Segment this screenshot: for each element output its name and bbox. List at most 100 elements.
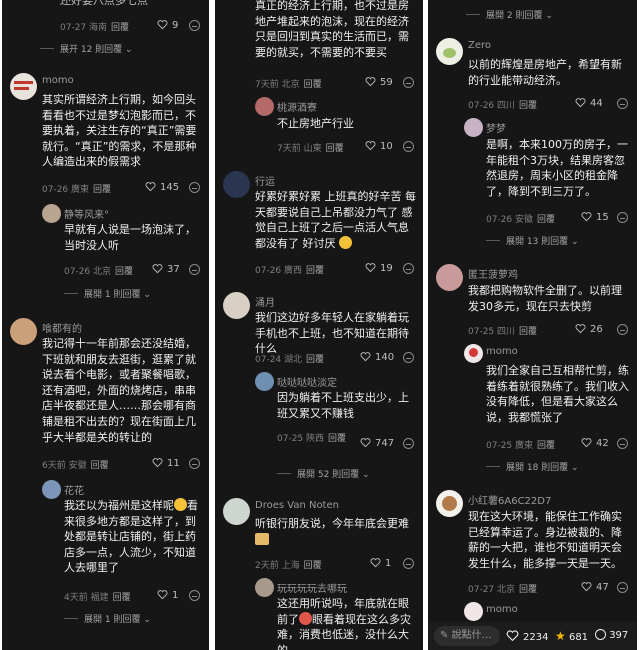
- avatar[interactable]: [464, 602, 483, 621]
- heart-icon: [365, 141, 376, 151]
- comment-count-button[interactable]: 397: [595, 629, 628, 641]
- like-button[interactable]: 145: [145, 181, 179, 193]
- like-button[interactable]: 15: [581, 211, 609, 223]
- username[interactable]: momo: [42, 75, 74, 86]
- heart-icon: [157, 590, 168, 600]
- expand-replies[interactable]: 展開 2 則回覆: [466, 8, 553, 21]
- avatar[interactable]: [42, 204, 61, 223]
- comment-text: 因为躺着不上班支出少，上班又累又不赚钱: [277, 391, 409, 420]
- like-button[interactable]: 42: [581, 437, 609, 449]
- comment-input[interactable]: ✎ 說點什…: [434, 626, 500, 646]
- avatar[interactable]: [10, 73, 37, 100]
- comment-meta: 4天前 福建 回覆: [64, 593, 131, 603]
- like-button[interactable]: 26: [575, 323, 603, 335]
- avatar[interactable]: [436, 264, 463, 291]
- expand-replies[interactable]: 展開 13 則回覆: [486, 234, 579, 247]
- avatar[interactable]: [464, 118, 483, 137]
- heart-icon: [152, 458, 163, 468]
- dislike-icon[interactable]: [403, 263, 414, 274]
- heart-icon: [365, 77, 376, 87]
- username[interactable]: 匿王菠萝鸡: [468, 266, 518, 281]
- dislike-icon[interactable]: [617, 438, 628, 449]
- like-button[interactable]: 11: [152, 457, 180, 469]
- comment-text: 好累好累好累 上班真的好辛苦 每天都要说自己上吊都没力气了 感觉自己上班了之后一…: [255, 190, 416, 250]
- heart-icon: [365, 263, 376, 273]
- heart-icon: [360, 438, 371, 448]
- username[interactable]: 哒哒哒哒淡定: [277, 374, 337, 389]
- comment-text: 还好要八点多七点: [60, 0, 148, 7]
- avatar[interactable]: [255, 97, 274, 116]
- avatar[interactable]: [255, 372, 274, 391]
- comment-meta: 07-26 廣東 回覆: [42, 185, 112, 195]
- avatar[interactable]: [436, 490, 463, 517]
- avatar[interactable]: [223, 292, 250, 319]
- dislike-icon[interactable]: [403, 558, 414, 569]
- avatar[interactable]: [10, 318, 37, 345]
- avatar[interactable]: [464, 344, 483, 363]
- username[interactable]: Droes Van Noten: [255, 500, 339, 511]
- username[interactable]: Zero: [468, 40, 491, 51]
- heart-icon: [370, 558, 381, 568]
- username[interactable]: 玩玩玩玩去哪玩: [277, 580, 347, 595]
- dislike-icon[interactable]: [617, 98, 628, 109]
- username[interactable]: 小红薯6A6C22D7: [468, 492, 551, 507]
- username[interactable]: 桃源酒寮: [277, 99, 317, 114]
- dislike-icon[interactable]: [617, 582, 628, 593]
- avatar[interactable]: [255, 578, 274, 597]
- dislike-icon[interactable]: [403, 77, 414, 88]
- username[interactable]: 涌月: [255, 294, 275, 309]
- dislike-icon[interactable]: [403, 438, 414, 449]
- expand-replies[interactable]: 展開 1 則回覆: [64, 612, 151, 625]
- dislike-icon[interactable]: [617, 324, 628, 335]
- dislike-icon[interactable]: [403, 141, 414, 152]
- comment-panel-2: 真正的经济上行期，也不过是房地产堆起来的泡沫，现在的经济只是回归到真实的生活而已…: [215, 0, 423, 650]
- avatar[interactable]: [436, 38, 463, 65]
- like-button[interactable]: 9: [157, 19, 178, 31]
- dislike-icon[interactable]: [189, 590, 200, 601]
- dislike-icon[interactable]: [403, 352, 414, 363]
- like-button[interactable]: 44: [575, 97, 603, 109]
- heart-icon: [581, 582, 592, 592]
- comment-text: 听银行朋友说，今年年底会更难: [255, 517, 409, 530]
- expand-replies[interactable]: 展開 52 則回覆: [277, 467, 370, 480]
- username[interactable]: momo: [486, 346, 518, 357]
- like-count-button[interactable]: 2234: [506, 629, 548, 643]
- comment-panel-3: 展開 2 則回覆 Zero 以前的辉煌是房地产，希望有新的行业能带动经济。 07…: [428, 0, 637, 650]
- username[interactable]: 喰都有的: [42, 320, 82, 335]
- dislike-icon[interactable]: [189, 182, 200, 193]
- username[interactable]: 静等风来°: [64, 206, 109, 221]
- like-button[interactable]: 37: [152, 263, 180, 275]
- like-button[interactable]: 747: [360, 437, 394, 449]
- like-button[interactable]: 10: [365, 140, 393, 152]
- star-icon: ★: [555, 629, 566, 643]
- username[interactable]: momo: [486, 604, 518, 615]
- like-button[interactable]: 19: [365, 262, 393, 274]
- dislike-icon[interactable]: [189, 20, 200, 31]
- avatar[interactable]: [223, 498, 250, 525]
- like-button[interactable]: 1: [157, 589, 178, 601]
- dislike-icon[interactable]: [189, 264, 200, 275]
- dislike-icon[interactable]: [189, 458, 200, 469]
- username[interactable]: 花花: [64, 482, 84, 497]
- like-button[interactable]: 1: [370, 557, 391, 569]
- like-button[interactable]: 140: [360, 351, 394, 363]
- expand-replies[interactable]: 展開 18 則回覆: [486, 460, 579, 473]
- avatar[interactable]: [223, 171, 250, 198]
- comment-meta: 07-24 湖北 回覆: [255, 355, 325, 365]
- expand-replies[interactable]: 展開 1 則回覆: [64, 287, 151, 300]
- heart-icon: [581, 438, 592, 448]
- heart-icon: [575, 324, 586, 334]
- collect-button[interactable]: ★ 681: [555, 629, 588, 643]
- expand-replies[interactable]: 展开 12 則回覆: [40, 42, 133, 55]
- comment-meta: 07-25 廣東 回覆: [486, 441, 556, 451]
- username[interactable]: 梦梦: [486, 120, 506, 135]
- dislike-icon[interactable]: [617, 212, 628, 223]
- username[interactable]: 行运: [255, 173, 275, 188]
- like-button[interactable]: 47: [581, 581, 609, 593]
- like-button[interactable]: 59: [365, 76, 393, 88]
- comment-meta: 07-26 北京 回覆: [64, 267, 134, 277]
- comment-text: 以前的辉煌是房地产，希望有新的行业能带动经济。: [468, 58, 622, 87]
- comment-icon: [595, 629, 606, 640]
- emoji-icon: [339, 235, 352, 249]
- avatar[interactable]: [42, 480, 61, 499]
